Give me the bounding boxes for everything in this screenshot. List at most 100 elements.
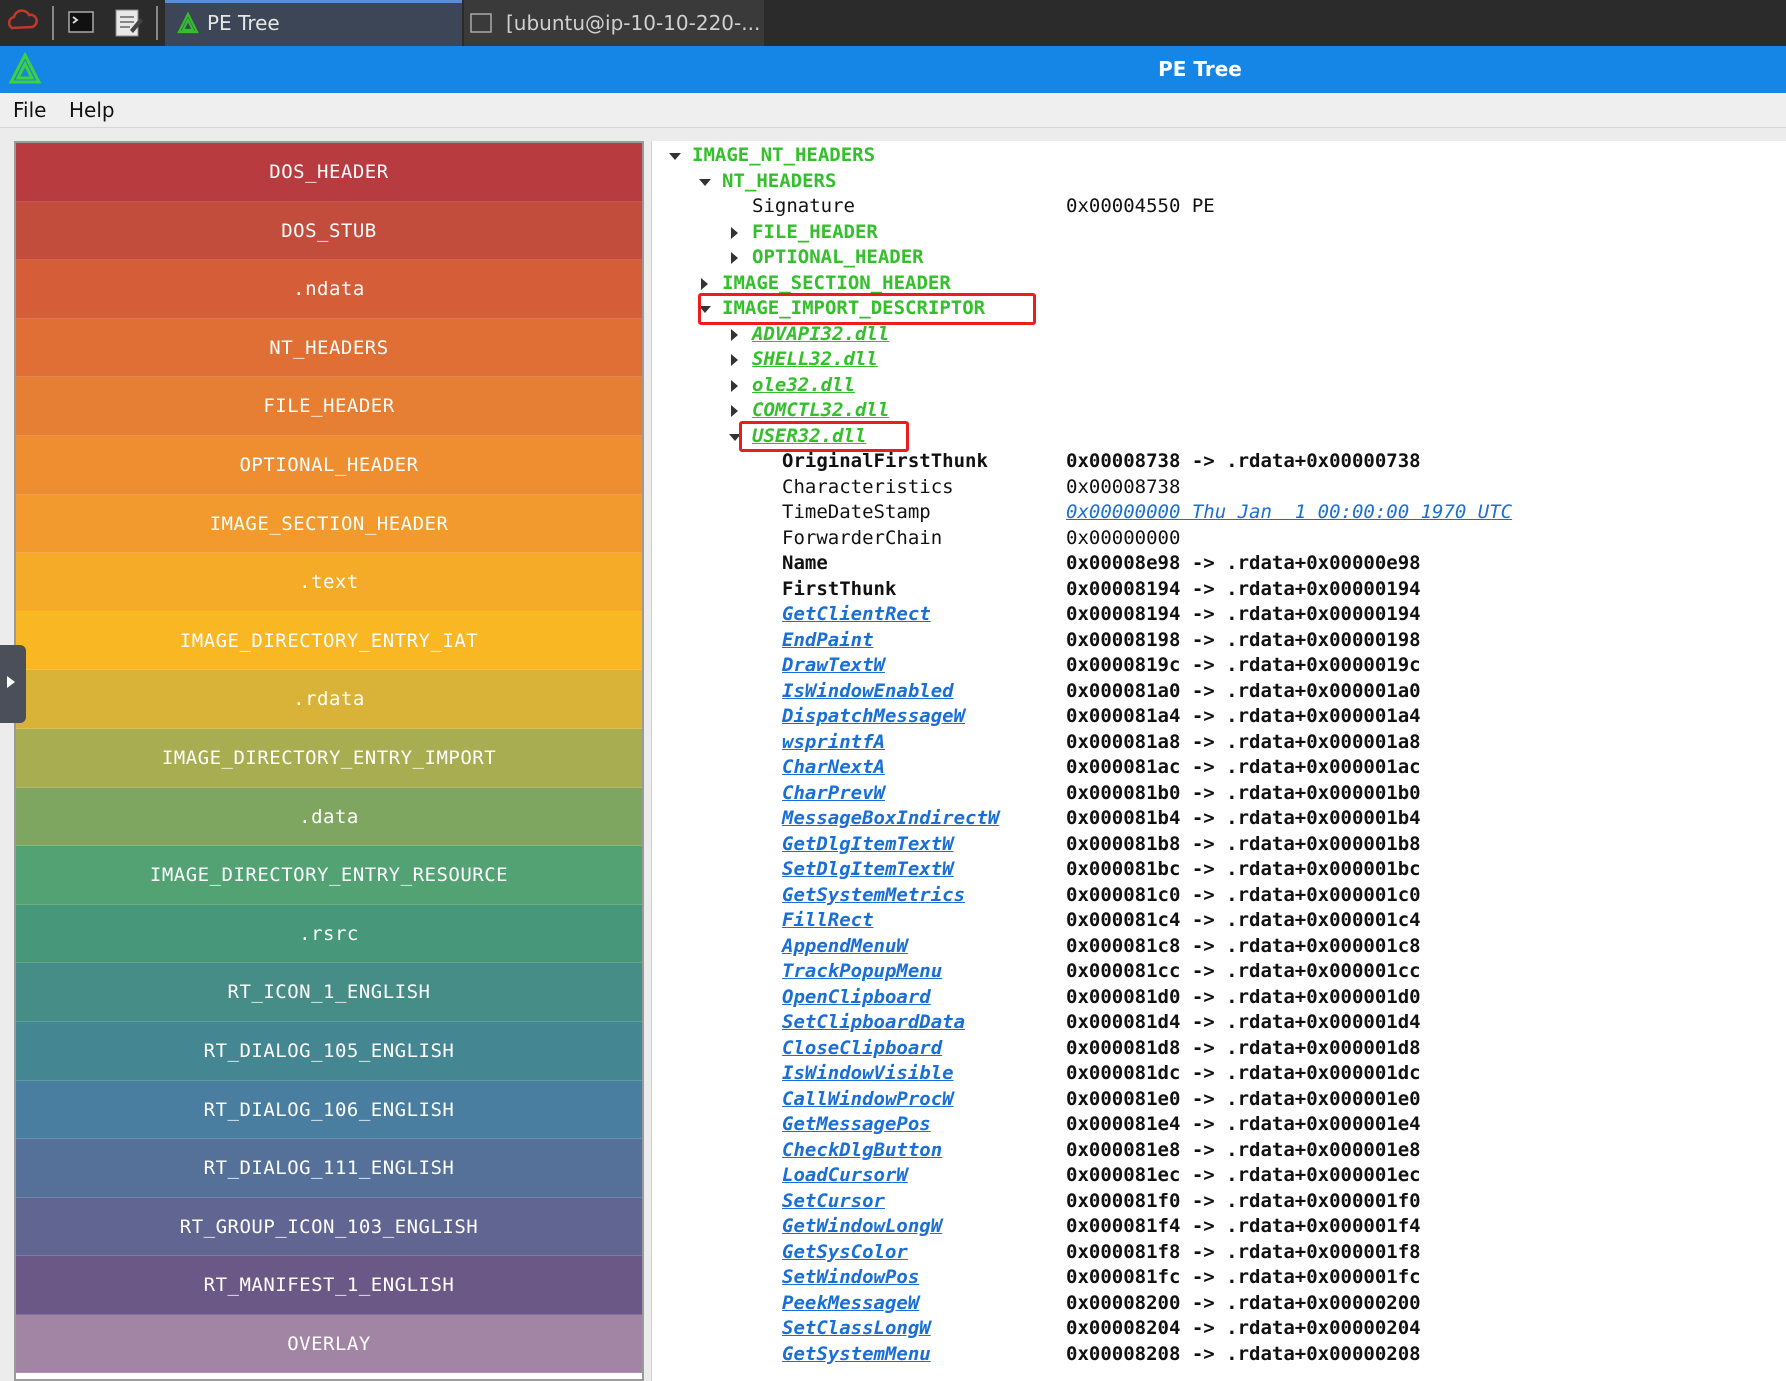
import-function-row[interactable]: FillRect 0x000081c4 -> .rdata+0x000001c4 <box>652 908 1782 934</box>
import-function-row[interactable]: TrackPopupMenu 0x000081cc -> .rdata+0x000… <box>652 959 1782 985</box>
descriptor-field-row[interactable]: FirstThunk 0x00008194 -> .rdata+0x0000019… <box>652 577 1782 603</box>
cloud-icon[interactable] <box>4 4 40 40</box>
import-function-row[interactable]: OpenClipboard 0x000081d0 -> .rdata+0x0000… <box>652 985 1782 1011</box>
section-block[interactable]: .data <box>16 787 642 847</box>
import-function-row[interactable]: DispatchMessageW 0x000081a4 -> .rdata+0x0… <box>652 704 1782 730</box>
import-function-row[interactable]: DrawTextW 0x0000819c -> .rdata+0x0000019c <box>652 653 1782 679</box>
tree-node-label[interactable]: SetCursor <box>782 1189 885 1215</box>
tree-row-comctl32-dll[interactable]: COMCTL32.dll <box>652 398 1782 424</box>
tree-node-label[interactable]: SetWindowPos <box>782 1265 919 1291</box>
tree-node-label[interactable]: LoadCursorW <box>782 1163 908 1189</box>
expand-arrow-icon[interactable] <box>728 373 742 398</box>
tree-node-label[interactable]: IsWindowVisible <box>782 1061 954 1087</box>
tree-node-label[interactable]: SHELL32.dll <box>752 347 878 373</box>
section-block[interactable]: RT_ICON_1_ENGLISH <box>16 963 642 1022</box>
import-function-row[interactable]: MessageBoxIndirectW 0x000081b4 -> .rdata+… <box>652 806 1782 832</box>
collapse-arrow-icon[interactable] <box>668 143 682 168</box>
import-function-row[interactable]: GetWindowLongW 0x000081f4 -> .rdata+0x000… <box>652 1214 1782 1240</box>
section-block[interactable]: RT_DIALOG_105_ENGLISH <box>16 1021 642 1081</box>
tree-row-signature[interactable]: Signature 0x00004550 PE <box>652 194 1782 220</box>
tree-node-label[interactable]: ole32.dll <box>752 373 855 399</box>
window-titlebar[interactable]: PE Tree <box>0 46 1786 93</box>
import-function-row[interactable]: GetSystemMetrics 0x000081c0 -> .rdata+0x0… <box>652 883 1782 909</box>
import-function-row[interactable]: EndPaint 0x00008198 -> .rdata+0x00000198 <box>652 628 1782 654</box>
import-function-row[interactable]: IsWindowEnabled 0x000081a0 -> .rdata+0x00… <box>652 679 1782 705</box>
import-function-row[interactable]: PeekMessageW 0x00008200 -> .rdata+0x00000… <box>652 1291 1782 1317</box>
tree-node-label[interactable]: PeekMessageW <box>782 1291 919 1317</box>
tree-node-label[interactable]: GetSystemMetrics <box>782 883 965 909</box>
section-block[interactable]: RT_GROUP_ICON_103_ENGLISH <box>16 1197 642 1257</box>
import-function-row[interactable]: CheckDlgButton 0x000081e8 -> .rdata+0x000… <box>652 1138 1782 1164</box>
descriptor-field-row[interactable]: OriginalFirstThunk 0x00008738 -> .rdata+0… <box>652 449 1782 475</box>
taskbar-tab-pe-tree[interactable]: PE Tree <box>165 0 462 46</box>
tree-node-label[interactable]: CloseClipboard <box>782 1036 942 1062</box>
tree-node-label[interactable]: GetSystemMenu <box>782 1342 931 1368</box>
tree-node-label[interactable]: GetDlgItemTextW <box>782 832 954 858</box>
tree-node-label[interactable]: wsprintfA <box>782 730 885 756</box>
splitter-handle[interactable] <box>0 645 26 723</box>
section-block[interactable]: NT_HEADERS <box>16 318 642 378</box>
section-block[interactable]: RT_DIALOG_111_ENGLISH <box>16 1139 642 1198</box>
tree-node-label[interactable]: OpenClipboard <box>782 985 931 1011</box>
tree-row-nt-headers[interactable]: NT_HEADERS <box>652 169 1782 195</box>
tree-node-label[interactable]: COMCTL32.dll <box>752 398 889 424</box>
tree-node-label[interactable]: SetClipboardData <box>782 1010 965 1036</box>
expand-arrow-icon[interactable] <box>728 245 742 270</box>
import-function-row[interactable]: CallWindowProcW 0x000081e0 -> .rdata+0x00… <box>652 1087 1782 1113</box>
descriptor-field-row[interactable]: ForwarderChain 0x00000000 <box>652 526 1782 552</box>
section-block[interactable]: DOS_HEADER <box>16 143 642 202</box>
tree-node-label[interactable]: ADVAPI32.dll <box>752 322 889 348</box>
import-function-row[interactable]: CharPrevW 0x000081b0 -> .rdata+0x000001b0 <box>652 781 1782 807</box>
text-editor-icon[interactable] <box>110 4 146 40</box>
import-function-row[interactable]: LoadCursorW 0x000081ec -> .rdata+0x000001… <box>652 1163 1782 1189</box>
section-block[interactable]: OPTIONAL_HEADER <box>16 435 642 495</box>
tree-node-label[interactable]: FillRect <box>782 908 874 934</box>
tree-row-shell32-dll[interactable]: SHELL32.dll <box>652 347 1782 373</box>
pe-tree-view[interactable]: IMAGE_NT_HEADERS NT_HEADERS Signature 0x000… <box>651 141 1786 1381</box>
import-function-row[interactable]: CharNextA 0x000081ac -> .rdata+0x000001ac <box>652 755 1782 781</box>
section-block[interactable]: .rdata <box>16 670 642 729</box>
section-block[interactable]: RT_DIALOG_106_ENGLISH <box>16 1080 642 1140</box>
section-block[interactable]: .rsrc <box>16 904 642 964</box>
section-block[interactable]: .text <box>16 553 642 612</box>
import-function-row[interactable]: IsWindowVisible 0x000081dc -> .rdata+0x00… <box>652 1061 1782 1087</box>
tree-node-label[interactable]: CharNextA <box>782 755 885 781</box>
tree-node-label[interactable]: MessageBoxIndirectW <box>782 806 999 832</box>
menu-file[interactable]: File <box>13 93 46 127</box>
tree-node-label[interactable]: EndPaint <box>782 628 874 654</box>
section-block[interactable]: RT_MANIFEST_1_ENGLISH <box>16 1256 642 1315</box>
section-block[interactable]: IMAGE_SECTION_HEADER <box>16 494 642 554</box>
tree-node-label[interactable]: IsWindowEnabled <box>782 679 954 705</box>
tree-node-label[interactable]: SetDlgItemTextW <box>782 857 954 883</box>
tree-node-label[interactable]: DispatchMessageW <box>782 704 965 730</box>
tree-node-label[interactable]: SetClassLongW <box>782 1316 931 1342</box>
collapse-arrow-icon[interactable] <box>698 169 712 194</box>
tree-node-label[interactable]: GetMessagePos <box>782 1112 931 1138</box>
tree-row-advapi32-dll[interactable]: ADVAPI32.dll <box>652 322 1782 348</box>
terminal-icon[interactable] <box>64 4 100 40</box>
expand-arrow-icon[interactable] <box>728 322 742 347</box>
expand-arrow-icon[interactable] <box>728 398 742 423</box>
import-function-row[interactable]: GetDlgItemTextW 0x000081b8 -> .rdata+0x00… <box>652 832 1782 858</box>
tree-node-label[interactable]: GetClientRect <box>782 602 931 628</box>
section-block[interactable]: .ndata <box>16 260 642 319</box>
tree-node-value[interactable]: 0x00000000 Thu Jan 1 00:00:00 1970 UTC <box>1066 500 1512 526</box>
import-function-row[interactable]: CloseClipboard 0x000081d8 -> .rdata+0x000… <box>652 1036 1782 1062</box>
import-function-row[interactable]: SetWindowPos 0x000081fc -> .rdata+0x00000… <box>652 1265 1782 1291</box>
menu-help[interactable]: Help <box>69 93 115 127</box>
expand-arrow-icon[interactable] <box>728 220 742 245</box>
import-function-row[interactable]: GetSystemMenu 0x00008208 -> .rdata+0x0000… <box>652 1342 1782 1368</box>
import-function-row[interactable]: GetClientRect 0x00008194 -> .rdata+0x0000… <box>652 602 1782 628</box>
import-function-row[interactable]: SetCursor 0x000081f0 -> .rdata+0x000001f0 <box>652 1189 1782 1215</box>
tree-node-label[interactable]: CharPrevW <box>782 781 885 807</box>
import-function-row[interactable]: GetSysColor 0x000081f8 -> .rdata+0x000001… <box>652 1240 1782 1266</box>
tree-node-label[interactable]: CallWindowProcW <box>782 1087 954 1113</box>
import-function-row[interactable]: SetClassLongW 0x00008204 -> .rdata+0x0000… <box>652 1316 1782 1342</box>
tree-node-label[interactable]: GetWindowLongW <box>782 1214 942 1240</box>
import-function-row[interactable]: SetDlgItemTextW 0x000081bc -> .rdata+0x00… <box>652 857 1782 883</box>
tree-node-label[interactable]: CheckDlgButton <box>782 1138 942 1164</box>
section-block[interactable]: FILE_HEADER <box>16 377 642 436</box>
tree-node-label[interactable]: TrackPopupMenu <box>782 959 942 985</box>
tree-row-file-header[interactable]: FILE_HEADER <box>652 220 1782 246</box>
descriptor-field-row[interactable]: Characteristics 0x00008738 <box>652 475 1782 501</box>
